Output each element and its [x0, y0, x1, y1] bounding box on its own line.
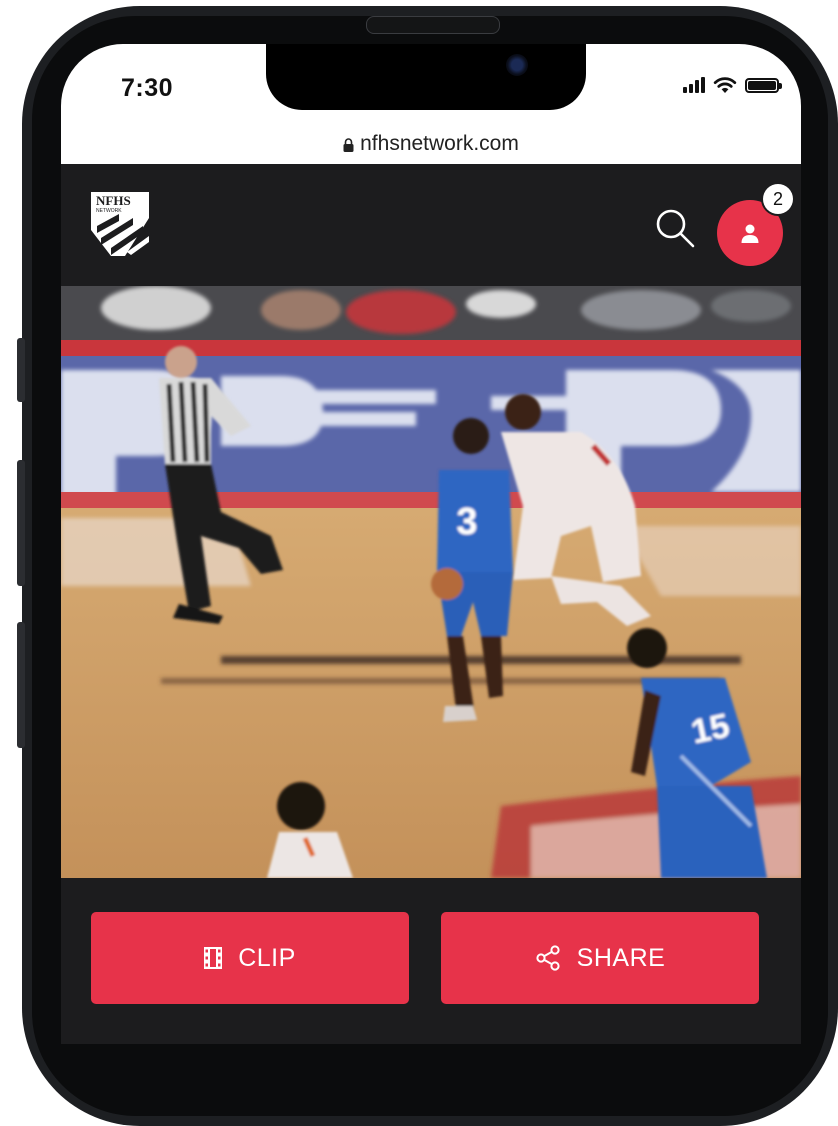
action-bar: CLIP SHARE	[61, 878, 801, 1044]
user-icon	[741, 224, 759, 243]
cellular-signal-icon	[683, 77, 705, 93]
front-camera	[506, 54, 528, 76]
phone-screen: 7:30 nfhsnetwork.com NFHS NETWORK 2 3 15…	[61, 44, 801, 1044]
clip-button[interactable]: CLIP	[91, 912, 409, 1004]
wifi-icon	[713, 77, 737, 93]
share-icon	[536, 945, 560, 971]
phone-volume-down-button	[17, 622, 25, 748]
notification-badge: 2	[763, 184, 793, 214]
clip-button-label: CLIP	[238, 943, 296, 972]
battery-icon	[745, 77, 782, 93]
logo-text-network: NETWORK	[96, 208, 122, 214]
video-player[interactable]: 3 15	[61, 286, 801, 878]
notch	[266, 44, 586, 110]
phone-speaker	[366, 16, 500, 34]
phone-volume-up-button	[17, 460, 25, 586]
browser-url-text: nfhsnetwork.com	[360, 132, 519, 155]
jersey-number-3: 3	[456, 501, 477, 543]
app-header: NFHS NETWORK 2	[61, 164, 801, 286]
status-time: 7:30	[121, 74, 174, 102]
browser-url-bar[interactable]: nfhsnetwork.com	[61, 124, 801, 164]
share-button-label: SHARE	[576, 943, 666, 972]
logo-text-nfhs: NFHS	[96, 193, 131, 208]
lock-icon	[343, 138, 354, 152]
nfhs-network-logo[interactable]: NFHS NETWORK	[89, 190, 151, 262]
share-button[interactable]: SHARE	[441, 912, 759, 1004]
status-icons	[683, 76, 782, 94]
jersey-number-15: 15	[688, 707, 733, 752]
video-frame: 3 15	[61, 286, 801, 878]
phone-mute-switch	[17, 338, 25, 402]
film-icon	[204, 947, 223, 969]
search-icon[interactable]	[651, 204, 699, 252]
